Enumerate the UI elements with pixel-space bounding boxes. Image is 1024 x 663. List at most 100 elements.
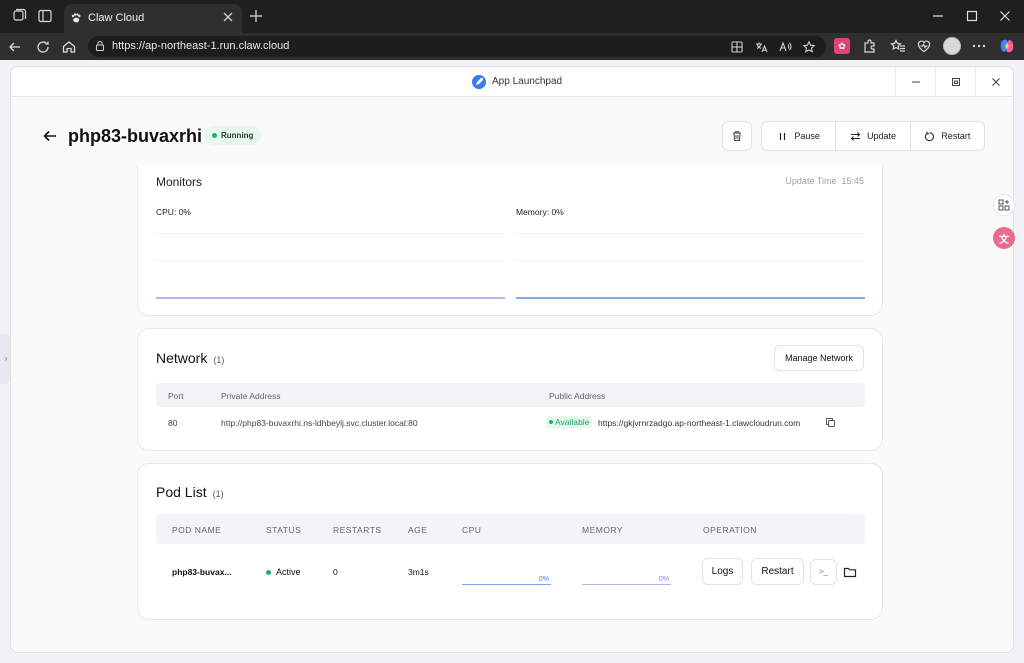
translate-icon: 文 [999, 234, 1009, 246]
close-icon [991, 78, 1000, 86]
page-background: › App Launchpad php83-buvaxrhi Running P… [0, 60, 1024, 663]
memory-label: Memory: [516, 207, 550, 217]
availability-badge: Available [546, 416, 593, 428]
table-row: php83-buvax... Active 0 3m1s 0% 0% Logs … [156, 554, 865, 594]
qr-code-icon [998, 199, 1010, 211]
minimize-icon[interactable] [930, 8, 946, 24]
swap-arrows-icon [850, 131, 861, 141]
network-heading: Network (1) [156, 350, 224, 366]
lock-icon[interactable] [94, 40, 106, 52]
app-actions-group: Pause Update Restart [761, 121, 985, 151]
gridline [156, 233, 505, 234]
monitors-card: Monitors Update Time 15:45 CPU: 0% Memor… [137, 165, 883, 316]
restore-icon [951, 78, 960, 86]
extension-icon[interactable]: ✿ [834, 38, 850, 54]
gridline [156, 260, 505, 261]
pod-restarts: 0 [333, 567, 338, 577]
pod-name-header: POD NAME [172, 525, 222, 535]
restart-button[interactable]: Restart [911, 122, 984, 150]
memory-value: 0% [551, 207, 564, 217]
logs-button[interactable]: Logs [702, 558, 743, 585]
cpu-header: CPU [462, 525, 482, 535]
pause-icon [780, 132, 786, 140]
copilot-icon[interactable] [998, 37, 1016, 55]
paw-icon [71, 13, 81, 23]
pod-list-card: Pod List (1) POD NAME STATUS RESTARTS AGE… [137, 463, 883, 620]
memory-usage-line [516, 297, 865, 299]
pod-table-header: POD NAME STATUS RESTARTS AGE CPU MEMORY … [156, 514, 865, 544]
pause-label: Pause [794, 131, 820, 141]
read-aloud-icon[interactable] [778, 40, 792, 54]
close-tab-icon[interactable] [221, 10, 235, 24]
private-address[interactable]: http://php83-buvaxrhi.ns-ldhbeylj.svc.cl… [221, 418, 418, 428]
back-icon[interactable] [7, 39, 23, 55]
network-row: 80 http://php83-buvaxrhi.ns-ldhbeylj.svc… [156, 409, 865, 437]
manage-network-button[interactable]: Manage Network [773, 345, 864, 371]
folder-icon[interactable] [843, 565, 857, 579]
network-card: Network (1) Manage Network Port Private A… [137, 328, 883, 451]
pod-memory-value: 0% [658, 576, 669, 583]
split-screen-icon[interactable] [730, 40, 744, 54]
qr-float-button[interactable] [993, 194, 1015, 216]
update-time: Update Time 15:45 [785, 176, 864, 186]
network-title: Network [156, 350, 208, 366]
terminal-button[interactable]: >_ [810, 559, 837, 585]
cpu-value: 0% [178, 207, 191, 217]
pause-button[interactable]: Pause [762, 122, 837, 150]
pod-age: 3m1s [408, 567, 429, 577]
browser-tab[interactable]: Claw Cloud [64, 4, 242, 33]
memory-chart [516, 223, 865, 299]
translate-float-button[interactable]: 文 [993, 227, 1015, 249]
trash-icon [733, 131, 741, 141]
browser-tab-bar: Claw Cloud [0, 0, 1024, 33]
browser-essentials-icon[interactable] [916, 38, 932, 54]
favorites-icon[interactable] [890, 38, 906, 54]
app-name: php83-buvaxrhi [68, 126, 203, 146]
status-badge: Running [204, 126, 262, 145]
update-button[interactable]: Update [836, 122, 911, 150]
pod-status: Active [266, 567, 301, 577]
home-icon[interactable] [61, 39, 77, 55]
refresh-icon[interactable] [35, 39, 51, 55]
port-header: Port [168, 391, 184, 401]
cpu-label: CPU: [156, 207, 177, 217]
url-text[interactable]: https://ap-northeast-1.run.claw.cloud [112, 40, 289, 52]
new-tab-icon[interactable] [248, 8, 264, 24]
port-value: 80 [168, 418, 178, 428]
extensions-puzzle-icon[interactable] [862, 38, 878, 54]
copy-icon[interactable] [825, 417, 836, 428]
operation-header: OPERATION [703, 525, 757, 535]
workspaces-icon[interactable] [11, 8, 27, 24]
memory-header: MEMORY [582, 525, 624, 535]
restart-label: Restart [941, 131, 971, 141]
window-close-button[interactable] [975, 67, 1013, 97]
window-minimize-button[interactable] [895, 67, 935, 97]
translate-icon[interactable] [754, 40, 768, 54]
favorite-star-icon[interactable] [802, 40, 816, 54]
pod-cpu-value: 0% [538, 576, 549, 583]
monitors-title: Monitors [156, 175, 203, 189]
window-restore-button[interactable] [935, 67, 975, 97]
cpu-monitor-label: CPU: 0% [156, 207, 191, 217]
more-options-icon[interactable] [971, 38, 987, 54]
restarts-header: RESTARTS [333, 525, 382, 535]
memory-monitor-label: Memory: 0% [516, 207, 564, 217]
launchpad-rocket-icon [472, 75, 486, 89]
pod-restart-button[interactable]: Restart [751, 558, 804, 585]
age-header: AGE [408, 525, 428, 535]
back-arrow-icon[interactable] [42, 128, 58, 144]
tab-title: Claw Cloud [88, 12, 145, 24]
public-address-link[interactable]: https://gkjvrnrzadgo.ap-northeast-1.claw… [598, 418, 800, 428]
pod-name[interactable]: php83-buvax... [172, 567, 232, 577]
restart-icon [925, 131, 935, 141]
browser-toolbar: https://ap-northeast-1.run.claw.cloud ✿ [0, 33, 1024, 60]
pod-list-title: Pod List [156, 484, 207, 500]
close-window-icon[interactable] [997, 8, 1013, 24]
maximize-icon[interactable] [964, 8, 980, 24]
pod-count: (1) [212, 489, 224, 499]
network-count: (1) [213, 355, 225, 365]
profile-avatar[interactable] [943, 37, 961, 55]
address-bar[interactable]: https://ap-northeast-1.run.claw.cloud [88, 36, 826, 57]
delete-button[interactable] [722, 121, 752, 151]
tab-actions-icon[interactable] [37, 8, 53, 24]
